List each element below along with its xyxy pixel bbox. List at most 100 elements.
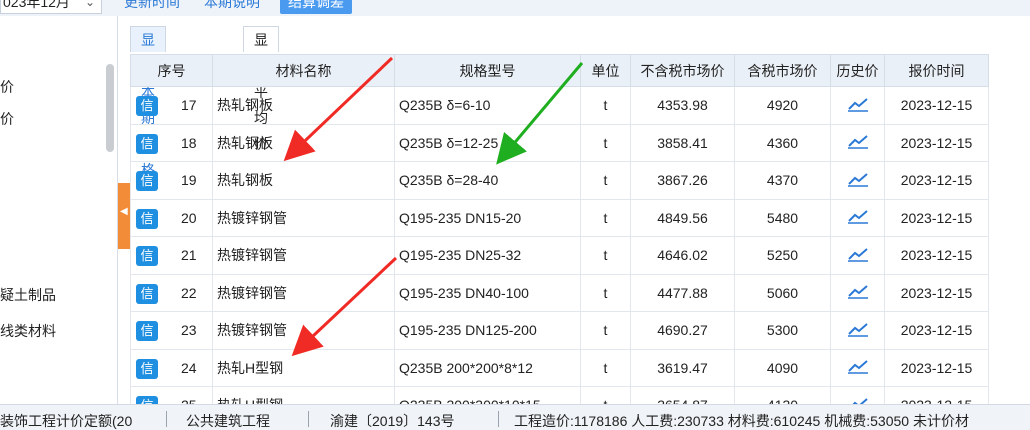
unit[interactable]: t [580, 273, 631, 312]
period-select[interactable]: 023年12月 ⌄ [0, 0, 102, 14]
credit-badge[interactable]: 信 [136, 133, 158, 154]
collapse-panel-button[interactable]: ◀ [118, 183, 130, 249]
col-header-history[interactable]: 历史价 [830, 54, 885, 87]
quote-date[interactable]: 2023-12-15 [884, 311, 989, 350]
price-in-tax[interactable]: 5250 [734, 236, 831, 275]
update-time-button[interactable]: 更新时间 [116, 0, 188, 14]
sidebar-item[interactable]: 价 [0, 109, 14, 129]
tab-average-price[interactable]: 显示平均价 [243, 26, 279, 152]
unit[interactable]: t [580, 123, 631, 162]
spec-model[interactable]: Q195-235 DN15-20 [394, 198, 581, 237]
price-ex-tax[interactable]: 4690.27 [630, 311, 735, 350]
spec-model[interactable]: Q195-235 DN25-32 [394, 236, 581, 275]
col-header-name[interactable]: 材料名称 [212, 54, 395, 87]
material-name[interactable]: 热镀锌钢管 [212, 273, 395, 312]
trend-chart-icon[interactable] [846, 95, 870, 113]
col-header-price-in-tax[interactable]: 含税市场价 [734, 54, 831, 87]
sidebar-item[interactable]: 疑土制品 [0, 285, 56, 305]
material-name[interactable]: 热镀锌钢管 [212, 236, 395, 275]
quote-date[interactable]: 2023-12-15 [884, 236, 989, 275]
price-ex-tax[interactable]: 3858.41 [630, 123, 735, 162]
col-header-price-ex-tax[interactable]: 不含税市场价 [630, 54, 735, 87]
price-ex-tax[interactable]: 4849.56 [630, 198, 735, 237]
price-in-tax[interactable]: 4090 [734, 348, 831, 387]
price-ex-tax[interactable]: 3619.47 [630, 348, 735, 387]
price-in-tax[interactable]: 5480 [734, 198, 831, 237]
quote-date[interactable]: 2023-12-15 [884, 123, 989, 162]
credit-badge[interactable]: 信 [136, 283, 158, 304]
material-name[interactable]: 热轧H型钢 [212, 348, 395, 387]
table-row[interactable]: 信 17 热轧钢板 Q235B δ=6-10 t 4353.98 4920 2023-12-1… [130, 86, 989, 125]
history-cell[interactable] [830, 236, 885, 275]
history-cell[interactable] [830, 273, 885, 312]
sidebar-scrollbar[interactable] [106, 64, 114, 152]
quote-date[interactable]: 2023-12-15 [884, 198, 989, 237]
table-row[interactable]: 信 22 热镀锌钢管 Q195-235 DN40-100 t 4477.88 5060 202… [130, 273, 989, 312]
unit[interactable]: t [580, 348, 631, 387]
unit[interactable]: t [580, 198, 631, 237]
spec-model[interactable]: Q195-235 DN125-200 [394, 311, 581, 350]
history-cell[interactable] [830, 311, 885, 350]
trend-chart-icon[interactable] [846, 320, 870, 338]
unit[interactable]: t [580, 86, 631, 125]
unit[interactable]: t [580, 311, 631, 350]
sidebar-item[interactable]: 线类材料 [0, 321, 56, 341]
material-name[interactable]: 热镀锌钢管 [212, 311, 395, 350]
col-header-unit[interactable]: 单位 [580, 54, 631, 87]
trend-chart-icon[interactable] [846, 245, 870, 263]
credit-badge[interactable]: 信 [136, 96, 158, 116]
spec-model[interactable]: Q235B δ=28-40 [394, 161, 581, 200]
credit-badge[interactable]: 信 [136, 246, 158, 266]
history-cell[interactable] [830, 86, 885, 125]
table-row[interactable]: 信 21 热镀锌钢管 Q195-235 DN25-32 t 4646.02 5250 2023… [130, 236, 989, 275]
sidebar-item[interactable]: 价 [0, 77, 14, 97]
trend-chart-icon[interactable] [846, 170, 870, 188]
history-cell[interactable] [830, 123, 885, 162]
quote-date[interactable]: 2023-12-15 [884, 348, 989, 387]
unit[interactable]: t [580, 161, 631, 200]
price-in-tax[interactable]: 4370 [734, 161, 831, 200]
quote-date[interactable]: 2023-12-15 [884, 161, 989, 200]
history-cell[interactable] [830, 198, 885, 237]
material-name[interactable]: 热镀锌钢管 [212, 198, 395, 237]
price-ex-tax[interactable]: 3867.26 [630, 161, 735, 200]
spec-model[interactable]: Q235B 200*200*8*12 [394, 348, 581, 387]
tab-current-price[interactable]: 显示本期价格 [130, 26, 166, 178]
price-ex-tax[interactable]: 4353.98 [630, 86, 735, 125]
table-row[interactable]: 信 18 热轧钢板 Q235B δ=12-25 t 3858.41 4360 2023-12-… [130, 123, 989, 162]
trend-chart-icon[interactable] [846, 282, 870, 300]
trend-chart-icon[interactable] [846, 357, 870, 375]
credit-badge[interactable]: 信 [136, 321, 158, 341]
col-header-quote-date[interactable]: 报价时间 [884, 54, 989, 87]
table-row[interactable]: 信 24 热轧H型钢 Q235B 200*200*8*12 t 3619.47 4090 20… [130, 348, 989, 387]
price-in-tax[interactable]: 5060 [734, 273, 831, 312]
table-row[interactable]: 信 20 热镀锌钢管 Q195-235 DN15-20 t 4849.56 5480 2023… [130, 198, 989, 237]
price-in-tax[interactable]: 4360 [734, 123, 831, 162]
table-row[interactable]: 信 19 热轧钢板 Q235B δ=28-40 t 3867.26 4370 2023-12-… [130, 161, 989, 200]
trend-chart-icon[interactable] [846, 132, 870, 150]
period-note-button[interactable]: 本期说明 [196, 0, 268, 14]
credit-badge[interactable]: 信 [136, 208, 158, 229]
settlement-button[interactable]: 结算调差 [280, 0, 352, 14]
price-ex-tax[interactable]: 4477.88 [630, 273, 735, 312]
trend-chart-icon[interactable] [846, 207, 870, 225]
table-row[interactable]: 信 23 热镀锌钢管 Q195-235 DN125-200 t 4690.27 5300 20… [130, 311, 989, 350]
quote-date[interactable]: 2023-12-15 [884, 86, 989, 125]
history-cell[interactable] [830, 161, 885, 200]
quote-date[interactable]: 2023-12-15 [884, 273, 989, 312]
material-name[interactable]: 热轧钢板 [212, 86, 395, 125]
material-name[interactable]: 热轧钢板 [212, 123, 395, 162]
unit[interactable]: t [580, 236, 631, 275]
credit-badge[interactable]: 信 [136, 358, 158, 379]
col-header-spec[interactable]: 规格型号 [394, 54, 581, 87]
price-ex-tax[interactable]: 4646.02 [630, 236, 735, 275]
credit-badge[interactable]: 信 [136, 171, 158, 191]
price-in-tax[interactable]: 4920 [734, 86, 831, 125]
material-name[interactable]: 热轧钢板 [212, 161, 395, 200]
col-header-index[interactable]: 序号 [130, 54, 213, 87]
spec-model[interactable]: Q195-235 DN40-100 [394, 273, 581, 312]
price-in-tax[interactable]: 5300 [734, 311, 831, 350]
history-cell[interactable] [830, 348, 885, 387]
spec-model[interactable]: Q235B δ=6-10 [394, 86, 581, 125]
spec-model[interactable]: Q235B δ=12-25 [394, 123, 581, 162]
